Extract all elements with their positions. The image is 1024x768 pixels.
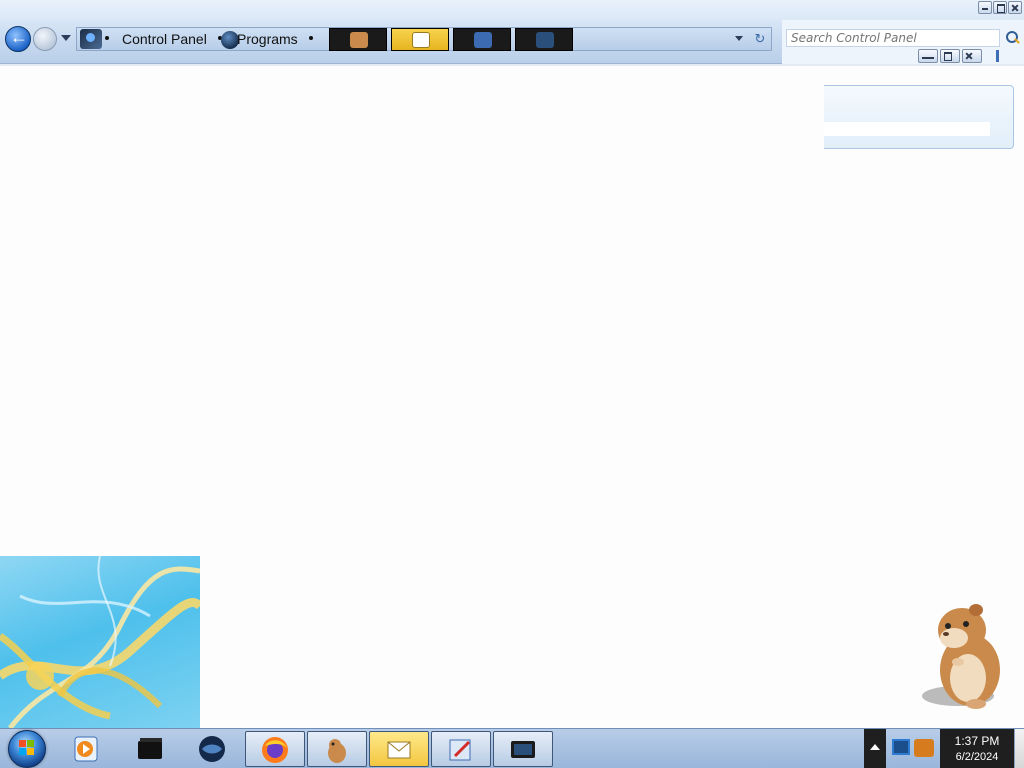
taskbar-clock[interactable]: 1:37 PM 6/2/2024 xyxy=(940,729,1014,768)
show-hidden-icons-icon[interactable] xyxy=(870,744,880,750)
taskbar: 1:37 PM 6/2/2024 xyxy=(0,728,1024,768)
taskbar-firefox[interactable] xyxy=(245,731,305,767)
search-icon[interactable] xyxy=(1004,30,1020,46)
window-edge xyxy=(996,50,999,62)
hamster-icon xyxy=(350,32,368,48)
window-thumbnail-editor[interactable] xyxy=(453,28,511,51)
hamster-image xyxy=(922,604,1000,709)
taskbar-editor[interactable] xyxy=(431,731,491,767)
taskbar-mail[interactable] xyxy=(369,731,429,767)
terminal-icon xyxy=(136,735,164,763)
back-button[interactable] xyxy=(5,26,31,52)
breadcrumb-control-panel[interactable]: Control Panel xyxy=(122,31,207,47)
breadcrumb-programs[interactable]: Programs xyxy=(237,31,298,47)
clock-date: 6/2/2024 xyxy=(955,751,999,763)
close-icon[interactable] xyxy=(1008,1,1022,14)
tray-overflow[interactable] xyxy=(864,729,886,768)
show-desktop-button[interactable] xyxy=(1014,729,1024,768)
display-icon xyxy=(536,32,554,48)
taskbar-media-player[interactable] xyxy=(58,731,114,767)
window-thumbnail-mail[interactable] xyxy=(391,28,449,51)
breadcrumb-separator-icon[interactable] xyxy=(105,36,109,40)
side-panel-bar xyxy=(824,122,990,136)
taskbar-terminal[interactable] xyxy=(122,731,178,767)
taskbar-display[interactable] xyxy=(493,731,553,767)
system-tray: 1:37 PM 6/2/2024 xyxy=(864,729,1024,768)
navigation-bar: Control Panel Programs ↻ xyxy=(0,20,782,64)
maximize-icon[interactable] xyxy=(940,49,960,63)
clock-time: 1:37 PM xyxy=(954,734,1000,748)
hamster-mascot[interactable] xyxy=(918,600,1010,712)
mail-icon xyxy=(412,32,430,48)
close-icon[interactable] xyxy=(962,49,982,63)
globe-icon xyxy=(198,735,226,763)
windows-logo-icon xyxy=(19,740,35,756)
content-pane xyxy=(0,66,824,560)
address-dropdown-icon[interactable] xyxy=(735,36,743,41)
volume-icon[interactable] xyxy=(914,739,934,757)
minimize-icon[interactable] xyxy=(918,49,938,63)
display-icon xyxy=(509,736,537,764)
taskbar-globe-app[interactable] xyxy=(184,731,240,767)
firefox-icon xyxy=(261,736,289,764)
editor-icon xyxy=(447,736,475,764)
wallpaper-swirl-graphic xyxy=(0,556,200,728)
window-top-strip xyxy=(0,0,1024,20)
taskbar-hamster-app[interactable] xyxy=(307,731,367,767)
inner-caption-buttons xyxy=(918,49,982,63)
tray-icons xyxy=(888,737,940,761)
window-thumbnail-hamster[interactable] xyxy=(329,28,387,51)
search-input[interactable] xyxy=(787,30,999,46)
search-box xyxy=(786,29,1000,47)
hamster-icon xyxy=(323,736,351,764)
forward-button[interactable] xyxy=(33,27,57,51)
minimize-icon[interactable] xyxy=(978,1,992,14)
start-button[interactable] xyxy=(2,729,54,768)
editor-icon xyxy=(474,32,492,48)
restore-icon[interactable] xyxy=(993,1,1007,14)
control-panel-icon xyxy=(80,29,102,49)
recent-pages-dropdown-icon[interactable] xyxy=(61,35,71,41)
breadcrumb-separator-icon[interactable] xyxy=(309,36,313,40)
address-bar[interactable]: Control Panel Programs ↻ xyxy=(76,27,772,51)
outer-caption-buttons xyxy=(978,1,1022,14)
desktop: Control Panel Programs ↻ xyxy=(0,0,1024,768)
side-panel xyxy=(824,85,1014,149)
media-player-icon xyxy=(72,735,100,763)
network-icon[interactable] xyxy=(892,739,910,755)
mail-icon xyxy=(385,736,413,764)
search-area xyxy=(782,20,1024,64)
desktop-wallpaper xyxy=(0,556,200,728)
refresh-icon[interactable]: ↻ xyxy=(751,31,769,47)
window-thumbnail-display[interactable] xyxy=(515,28,573,51)
